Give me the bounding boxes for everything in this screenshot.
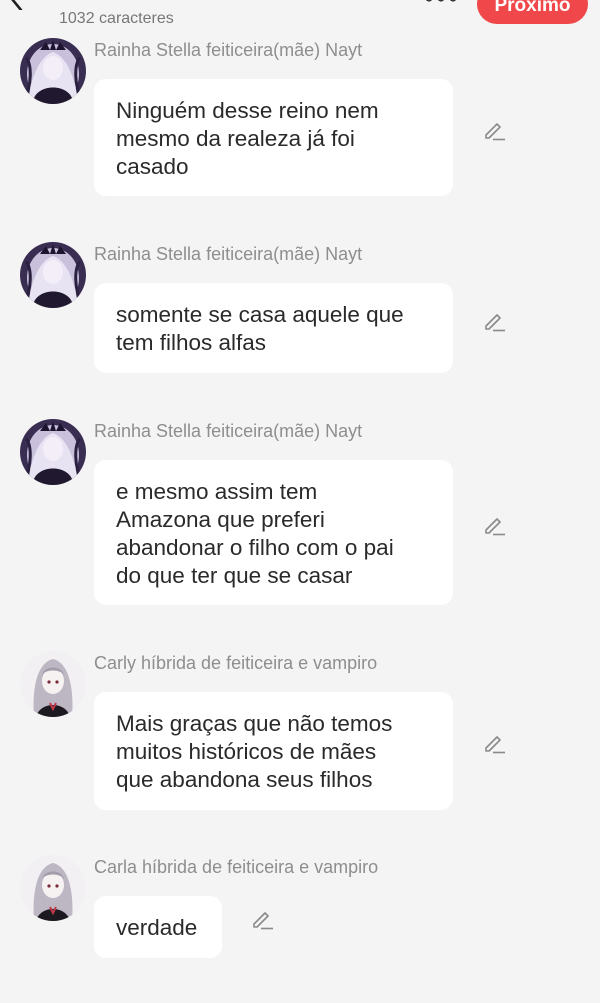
top-bar: 1032 caracteres Próximo [0,0,600,36]
chat-story-editor: 1032 caracteres Próximo Rainha Stella fe… [0,0,600,1003]
edit-pencil-icon[interactable] [482,731,506,755]
message-bubble[interactable]: e mesmo assim tem Amazona que preferi ab… [94,460,453,605]
edit-pencil-icon[interactable] [250,907,274,931]
edit-pencil-icon[interactable] [482,118,506,142]
message-line: casado [116,154,189,179]
message-bubble[interactable]: Ninguém desse reino nem mesmo da realeza… [94,79,453,196]
edit-pencil-icon[interactable] [482,513,506,537]
message-bubble[interactable]: somente se casa aquele que tem filhos al… [94,283,453,373]
message-line: mesmo da realeza já foi [116,126,355,151]
message-line: que abandona seus filhos [116,767,373,792]
message-line: Mais graças que não temos [116,711,393,736]
message-line: e mesmo assim tem [116,479,318,504]
sender-name: Rainha Stella feiticeira(mãe) Nayt [94,244,363,264]
story-title-partial [58,0,228,6]
sender-name: Carly híbrida de feiticeira e vampiro [94,653,378,673]
more-dots-icon[interactable] [424,0,458,6]
message-bubble[interactable]: verdade [94,896,222,958]
message-line: verdade [116,915,198,940]
message-line: do que ter que se casar [116,563,353,588]
sender-name: Rainha Stella feiticeira(mãe) Nayt [94,421,363,441]
edit-pencil-icon[interactable] [482,309,506,333]
queen-avatar[interactable] [20,242,86,308]
character-count: 1032 caracteres [59,10,174,27]
message-line: Ninguém desse reino nem [116,98,379,123]
message-line: Amazona que preferi [116,507,325,532]
message-line: abandonar o filho com o pai [116,535,394,560]
queen-avatar[interactable] [20,419,86,485]
message-line: somente se casa aquele que [116,302,404,327]
message-line: muitos históricos de mães [116,739,377,764]
sender-name: Carla híbrida de feiticeira e vampiro [94,857,379,877]
girl-avatar[interactable] [20,651,86,717]
girl-avatar[interactable] [20,855,86,921]
sender-name: Rainha Stella feiticeira(mãe) Nayt [94,40,363,60]
message-bubble[interactable]: Mais graças que não temos muitos históri… [94,692,453,810]
queen-avatar[interactable] [20,38,86,104]
back-chevron-icon[interactable] [6,0,28,10]
message-line: tem filhos alfas [116,330,267,355]
next-button[interactable]: Próximo [477,0,588,24]
